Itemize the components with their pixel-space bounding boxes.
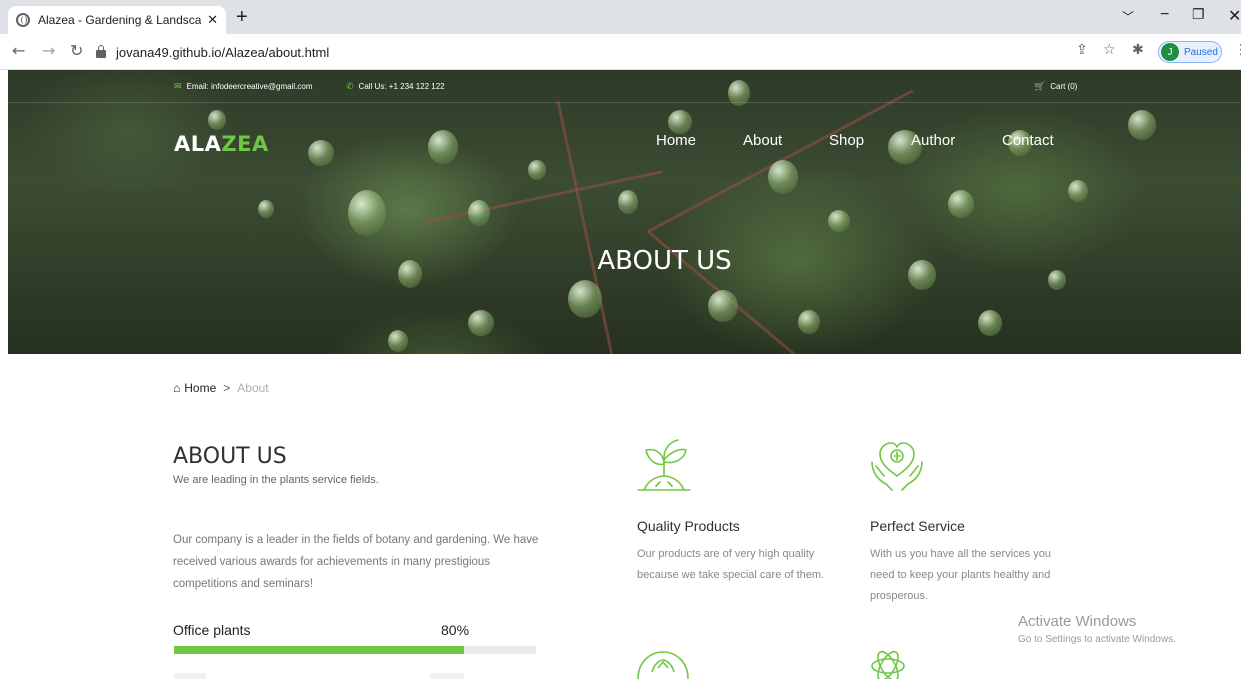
phone-info[interactable]: ✆ Call Us: +1 234 122 122 xyxy=(346,81,445,92)
feature-text-service: With us you have all the services you ne… xyxy=(870,548,1051,602)
watermark-title: Activate Windows xyxy=(1018,613,1137,630)
nav-shop[interactable]: Shop xyxy=(829,132,864,149)
email-text: Email: infodeercreative@gmail.com xyxy=(186,82,313,91)
profile-button[interactable]: J Paused xyxy=(1158,41,1222,63)
menu-icon[interactable]: ⋮ xyxy=(1234,42,1241,58)
reload-icon[interactable]: ↻ xyxy=(70,41,83,60)
forward-icon[interactable]: → xyxy=(42,41,55,60)
profile-status: Paused xyxy=(1184,46,1218,58)
minimize-icon[interactable]: − xyxy=(1160,6,1169,24)
extensions-icon[interactable]: ✱ xyxy=(1132,42,1144,58)
site-top-bar: ✉ Email: infodeercreative@gmail.com ✆ Ca… xyxy=(8,70,1241,103)
breadcrumb-current: About xyxy=(237,381,269,395)
feature-text-quality: Our products are of very high quality be… xyxy=(637,548,825,581)
url-field[interactable]: jovana49.github.io/Alazea/about.html xyxy=(96,39,1126,65)
watermark-subtitle: Go to Settings to activate Windows. xyxy=(1018,634,1176,645)
star-icon[interactable]: ☆ xyxy=(1103,42,1116,58)
hero-title: ABOUT US xyxy=(597,246,732,276)
progress-label: Office plants xyxy=(173,622,251,638)
hero-banner: ✉ Email: infodeercreative@gmail.com ✆ Ca… xyxy=(8,70,1241,354)
feature-title-quality: Quality Products xyxy=(637,518,740,534)
cart-icon: 🛒 xyxy=(1034,81,1046,91)
about-heading: ABOUT US xyxy=(173,444,287,469)
tab-search-icon[interactable]: ﹀ xyxy=(1122,8,1134,25)
progress-percent: 80% xyxy=(441,622,470,638)
phone-text: Call Us: +1 234 122 122 xyxy=(358,82,445,91)
site-logo[interactable]: ALAZEA xyxy=(174,132,269,156)
feature-title-service: Perfect Service xyxy=(870,518,965,534)
logo-accent: ZEA xyxy=(221,132,269,156)
envelope-icon: ✉ xyxy=(174,81,182,91)
cart-text: Cart (0) xyxy=(1050,82,1078,91)
tab-close-button[interactable]: ✕ xyxy=(207,13,218,28)
browser-tab-strip: Alazea - Gardening & Landscapin ✕ + ﹀ − … xyxy=(0,0,1241,34)
about-paragraph: Our company is a leader in the fields of… xyxy=(173,534,539,590)
tab-title: Alazea - Gardening & Landscapin xyxy=(38,13,202,27)
next-progress-percent-partial xyxy=(430,673,464,679)
share-icon[interactable]: ⇪ xyxy=(1076,42,1088,58)
breadcrumb: ⌂ Home > About xyxy=(173,381,269,395)
breadcrumb-separator: > xyxy=(223,381,231,395)
back-icon[interactable]: ← xyxy=(12,41,25,60)
nav-contact[interactable]: Contact xyxy=(1002,132,1054,149)
plant-pot-icon xyxy=(637,651,689,679)
progress-bar xyxy=(174,646,536,654)
new-tab-button[interactable]: + xyxy=(236,6,248,29)
address-bar: ← → ↻ jovana49.github.io/Alazea/about.ht… xyxy=(0,34,1241,70)
progress-fill xyxy=(174,646,464,654)
sprout-icon xyxy=(637,439,691,491)
atom-leaf-icon xyxy=(871,650,905,679)
phone-icon: ✆ xyxy=(346,81,354,91)
breadcrumb-home[interactable]: Home xyxy=(184,381,216,395)
maximize-icon[interactable]: ❐ xyxy=(1192,6,1205,23)
globe-icon xyxy=(16,13,30,27)
next-progress-label-partial xyxy=(174,673,206,679)
heart-hands-icon xyxy=(871,442,923,491)
close-window-icon[interactable]: ✕ xyxy=(1228,6,1241,26)
nav-author[interactable]: Author xyxy=(911,132,955,149)
nav-home[interactable]: Home xyxy=(656,132,696,149)
windows-activation-watermark: Activate Windows Go to Settings to activ… xyxy=(1018,613,1176,645)
avatar: J xyxy=(1161,43,1179,61)
url-text: jovana49.github.io/Alazea/about.html xyxy=(116,44,330,60)
browser-tab[interactable]: Alazea - Gardening & Landscapin ✕ xyxy=(8,6,226,34)
cart-link[interactable]: 🛒 Cart (0) xyxy=(1034,81,1077,92)
lock-icon xyxy=(96,45,106,58)
email-info[interactable]: ✉ Email: infodeercreative@gmail.com xyxy=(174,81,313,92)
about-subheading: We are leading in the plants service fie… xyxy=(173,474,379,486)
nav-about[interactable]: About xyxy=(743,132,782,149)
logo-main: ALA xyxy=(174,132,222,156)
home-icon: ⌂ xyxy=(173,381,181,395)
